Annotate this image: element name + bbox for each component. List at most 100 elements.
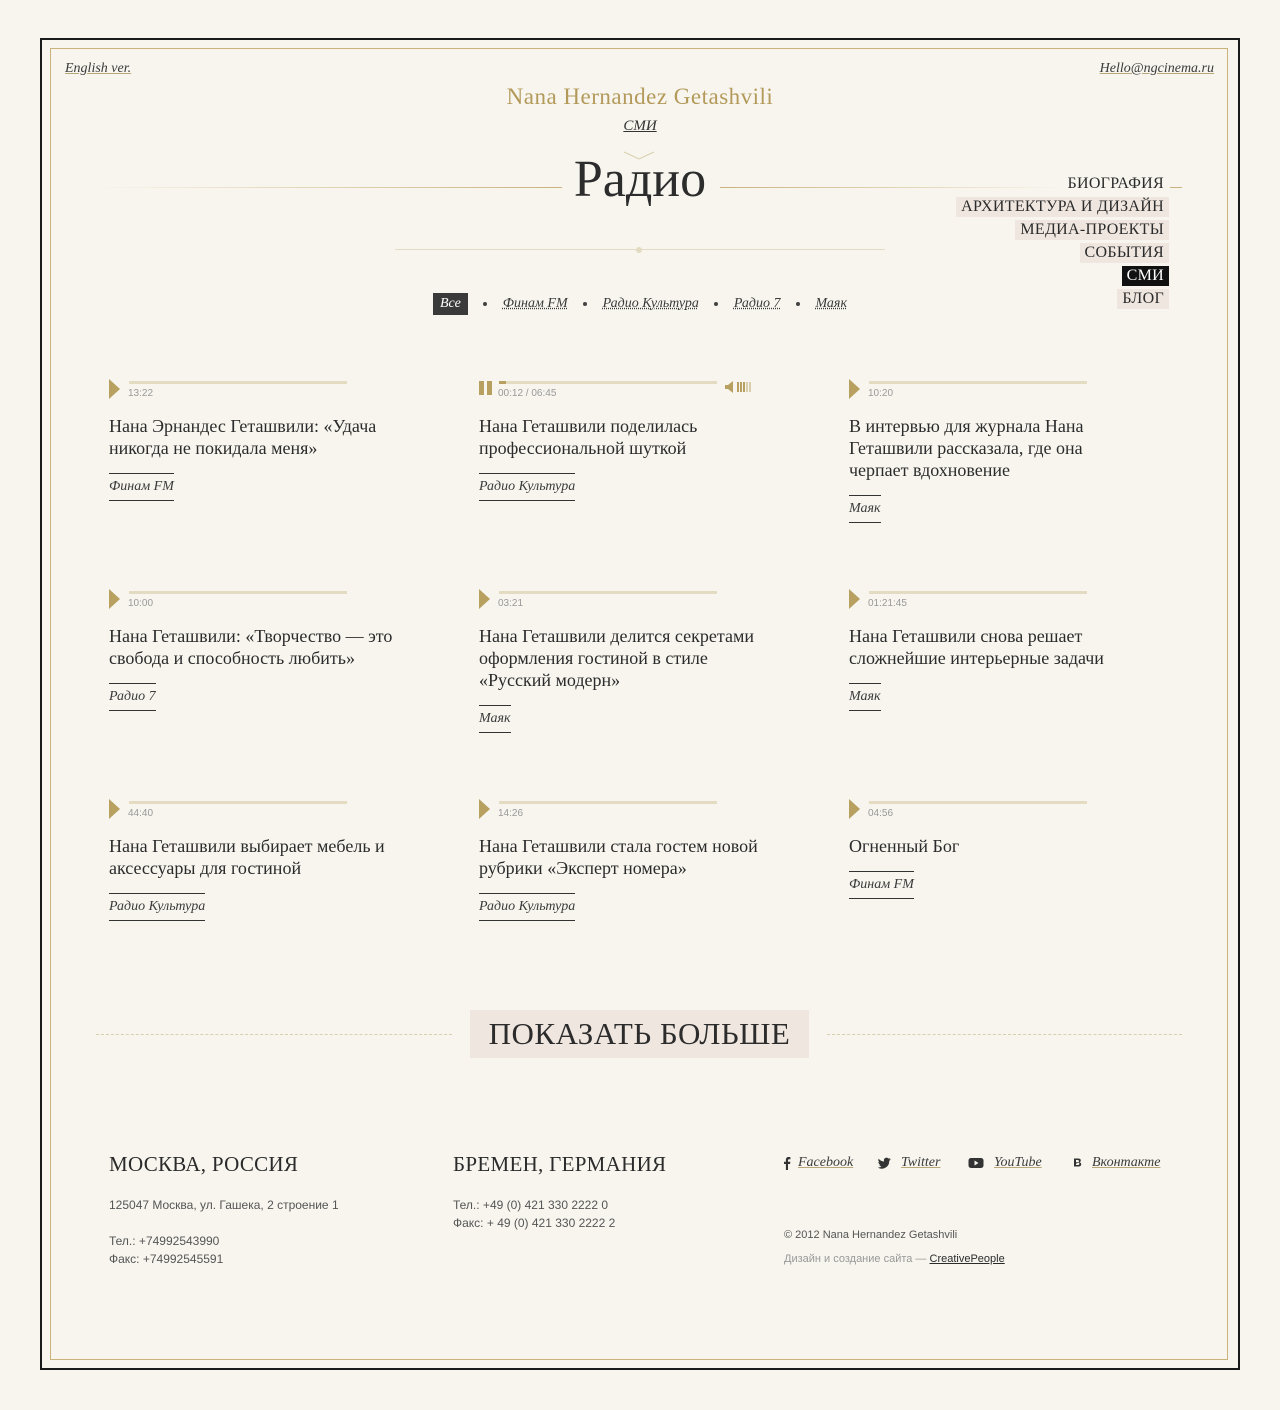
progress-fill <box>499 381 506 384</box>
progress-track[interactable] <box>869 381 1087 384</box>
radio-card: 10:20 В интервью для журнала Нана Геташви… <box>849 379 1139 523</box>
track-time: 10:00 <box>128 598 154 609</box>
radio-card: 04:56 Огненный Бог Финам FM <box>849 799 1139 899</box>
card-title[interactable]: Нана Геташвили поделилась профессиональн… <box>479 415 769 459</box>
footer-moscow-address: 125047 Москва, ул. Гашека, 2 строение 1 <box>109 1198 339 1212</box>
filter-separator <box>583 302 588 306</box>
twitter-icon <box>877 1157 891 1169</box>
social-links: Facebook Twitter YouTube Вконтакте <box>780 1155 1180 1176</box>
card-title[interactable]: Нана Геташвили снова решает сложнейшие и… <box>849 625 1139 669</box>
filter-bar: Все Финам FM Радио Культура Радио 7 Маяк <box>0 293 1280 315</box>
audio-player: 13:22 <box>109 379 399 401</box>
youtube-link[interactable]: YouTube <box>994 1155 1042 1171</box>
track-time: 01:21:45 <box>868 598 907 609</box>
email-link[interactable]: Hello@ngcinema.ru <box>1100 61 1214 77</box>
main-nav: БИОГРАФИЯ АРХИТЕКТУРА И ДИЗАЙН МЕДИА-ПРО… <box>956 174 1169 312</box>
design-credit: Дизайн и создание сайта — CreativePeople <box>784 1253 1005 1265</box>
copyright: © 2012 Nana Hernandez Getashvili <box>784 1229 958 1241</box>
card-title[interactable]: Нана Геташвили стала гостем новой рубрик… <box>479 835 769 879</box>
audio-player: 01:21:45 <box>849 589 1139 611</box>
radio-card: 44:40 Нана Геташвили выбирает мебель и ак… <box>109 799 399 921</box>
station-tag[interactable]: Маяк <box>479 705 511 733</box>
station-tag[interactable]: Маяк <box>849 495 881 523</box>
track-time: 14:26 <box>498 808 524 819</box>
play-icon[interactable] <box>479 589 490 609</box>
footer-moscow-phone: Тел.: +74992543990 <box>109 1234 220 1248</box>
filter-separator <box>714 302 719 306</box>
nav-item-events[interactable]: СОБЫТИЯ <box>1079 243 1169 263</box>
progress-track[interactable] <box>129 591 347 594</box>
audio-player: 04:56 <box>849 799 1139 821</box>
track-time: 03:21 <box>498 598 524 609</box>
progress-track[interactable] <box>499 381 717 384</box>
vkontakte-icon <box>1074 1158 1082 1167</box>
card-title[interactable]: Огненный Бог <box>849 835 1139 857</box>
filter-separator <box>483 302 488 306</box>
show-more-button[interactable]: ПОКАЗАТЬ БОЛЬШЕ <box>470 1010 809 1058</box>
english-version-link[interactable]: English ver. <box>65 61 131 77</box>
footer-moscow-fax: Факс: +74992545591 <box>109 1252 224 1266</box>
footer-city-moscow: МОСКВА, РОССИЯ <box>109 1152 299 1176</box>
track-time: 00:12 / 06:45 <box>498 388 557 399</box>
progress-track[interactable] <box>499 801 717 804</box>
dashed-line-right <box>827 1034 1182 1035</box>
progress-track[interactable] <box>869 591 1087 594</box>
filter-radio-7[interactable]: Радио 7 <box>734 296 781 312</box>
filter-radio-kultura[interactable]: Радио Культура <box>603 296 699 312</box>
nav-item-media-projects[interactable]: МЕДИА-ПРОЕКТЫ <box>1015 220 1169 240</box>
nav-item-architecture[interactable]: АРХИТЕКТУРА И ДИЗАЙН <box>956 197 1169 217</box>
vkontakte-link[interactable]: Вконтакте <box>1092 1155 1160 1171</box>
filter-finam-fm[interactable]: Финам FM <box>503 296 568 312</box>
station-tag[interactable]: Радио Культура <box>109 893 206 921</box>
divider-dot <box>636 247 642 253</box>
play-icon[interactable] <box>479 799 490 819</box>
audio-player: 10:20 <box>849 379 1139 401</box>
twitter-link[interactable]: Twitter <box>901 1155 940 1171</box>
card-title[interactable]: В интервью для журнала Нана Геташвили ра… <box>849 415 1139 481</box>
progress-track[interactable] <box>129 381 347 384</box>
audio-player: 00:12 / 06:45 <box>479 379 769 401</box>
card-title[interactable]: Нана Геташвили: «Творчество — это свобод… <box>109 625 399 669</box>
play-icon[interactable] <box>109 379 120 399</box>
station-tag[interactable]: Финам FM <box>109 473 174 501</box>
play-icon[interactable] <box>849 379 860 399</box>
radio-card: 13:22 Нана Эрнандес Геташвили: «Удача ник… <box>109 379 399 501</box>
radio-card: 14:26 Нана Геташвили стала гостем новой р… <box>479 799 769 921</box>
footer-city-bremen: БРЕМЕН, ГЕРМАНИЯ <box>453 1152 667 1176</box>
progress-track[interactable] <box>499 591 717 594</box>
station-tag[interactable]: Радио 7 <box>109 683 156 711</box>
nav-item-biography[interactable]: БИОГРАФИЯ <box>1062 174 1169 194</box>
card-title[interactable]: Нана Эрнандес Геташвили: «Удача никогда … <box>109 415 399 459</box>
youtube-icon <box>968 1158 984 1168</box>
card-title[interactable]: Нана Геташвили выбирает мебель и аксессу… <box>109 835 399 879</box>
station-tag[interactable]: Радио Культура <box>479 473 576 501</box>
filter-separator <box>795 302 800 306</box>
design-credit-text: Дизайн и создание сайта — <box>784 1253 927 1265</box>
station-tag[interactable]: Финам FM <box>849 871 914 899</box>
facebook-link[interactable]: Facebook <box>798 1155 853 1171</box>
creativepeople-link[interactable]: CreativePeople <box>930 1253 1005 1265</box>
nav-item-smi[interactable]: СМИ <box>1121 266 1169 286</box>
filter-all[interactable]: Все <box>432 293 468 315</box>
progress-track[interactable] <box>869 801 1087 804</box>
station-tag[interactable]: Маяк <box>849 683 881 711</box>
dashed-line-left <box>96 1034 452 1035</box>
volume-icon[interactable] <box>725 379 755 395</box>
play-icon[interactable] <box>109 589 120 609</box>
radio-card: 00:12 / 06:45 Нана Геташвили поделилась п… <box>479 379 769 501</box>
brand-name[interactable]: Nana Hernandez Getashvili <box>0 84 1280 110</box>
footer-bremen-fax: Факс: + 49 (0) 421 330 2222 2 <box>453 1216 616 1230</box>
section-link[interactable]: СМИ <box>0 118 1280 135</box>
facebook-icon <box>784 1157 791 1170</box>
play-icon[interactable] <box>849 589 860 609</box>
filter-mayak[interactable]: Маяк <box>815 296 847 312</box>
card-title[interactable]: Нана Геташвили делится секретами оформле… <box>479 625 769 691</box>
progress-track[interactable] <box>129 801 347 804</box>
track-time: 04:56 <box>868 808 894 819</box>
play-icon[interactable] <box>109 799 120 819</box>
station-tag[interactable]: Радио Культура <box>479 893 576 921</box>
track-time: 10:20 <box>868 388 894 399</box>
pause-icon[interactable] <box>479 381 492 395</box>
audio-player: 14:26 <box>479 799 769 821</box>
play-icon[interactable] <box>849 799 860 819</box>
